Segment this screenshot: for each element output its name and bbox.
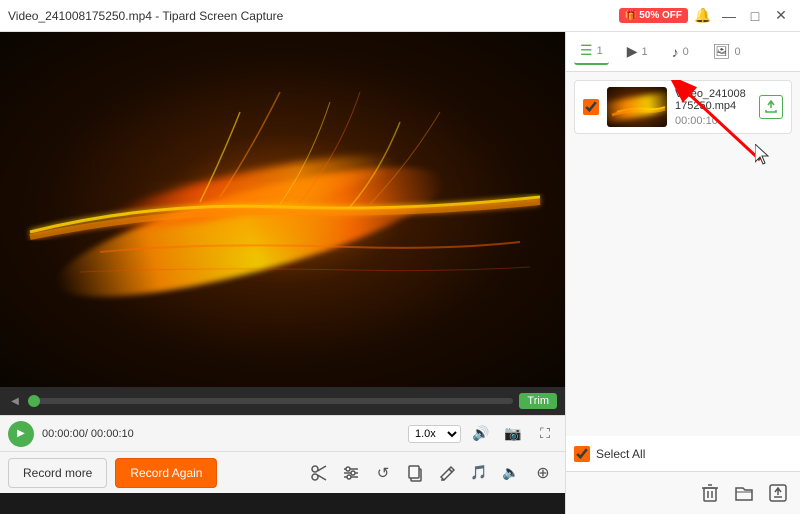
time-display: 00:00:00/ 00:00:10 <box>42 428 134 440</box>
file-duration: 00:00:10 <box>675 115 751 127</box>
edit-icon <box>438 464 456 482</box>
fullscreen-button[interactable]: ⛶ <box>533 422 557 446</box>
volume-edit-button[interactable]: 🔈 <box>497 459 525 487</box>
main-layout: ◀ Trim ▶ 00:00:00/ 00:00:10 1.0x 0.5x 0.… <box>0 32 800 514</box>
image-tab-icon: 🖼 <box>713 43 731 60</box>
titlebar-left: Video_241008175250.mp4 - Tipard Screen C… <box>8 9 283 23</box>
video-streaks-svg <box>0 32 565 387</box>
titlebar: Video_241008175250.mp4 - Tipard Screen C… <box>0 0 800 32</box>
play-button[interactable]: ▶ <box>8 421 34 447</box>
file-item: Video_241008175250.mp4 00:00:10 <box>574 80 792 134</box>
delete-button[interactable] <box>696 479 724 507</box>
folder-button[interactable] <box>730 479 758 507</box>
adjust-icon <box>342 464 360 482</box>
action-icons-bar <box>566 472 800 514</box>
trim-button[interactable]: Trim <box>519 393 557 409</box>
copy-icon <box>406 464 424 482</box>
select-all-checkbox[interactable] <box>574 446 590 462</box>
volume-icon: 🔊 <box>472 425 489 442</box>
notification-button[interactable]: 🔔 <box>692 5 714 27</box>
scrubber-track[interactable] <box>28 398 513 404</box>
promo-icon: 🎁 <box>625 10 637 21</box>
file-checkbox[interactable] <box>583 99 599 115</box>
app-title: Video_241008175250.mp4 - Tipard Screen C… <box>8 9 283 23</box>
cut-button[interactable] <box>305 459 333 487</box>
speed-select[interactable]: 1.0x 0.5x 0.75x 1.25x 1.5x 2.0x <box>408 425 461 443</box>
audio-edit-icon: 🎵 <box>470 464 487 481</box>
tab-audio[interactable]: ♪ 0 <box>666 40 695 64</box>
tab-play[interactable]: ▶ 1 <box>621 39 654 64</box>
record-again-button[interactable]: Record Again <box>115 458 217 488</box>
left-panel: ◀ Trim ▶ 00:00:00/ 00:00:10 1.0x 0.5x 0.… <box>0 32 565 514</box>
more-button[interactable]: ⊕ <box>529 459 557 487</box>
scrubber-area: ◀ Trim <box>0 387 565 415</box>
camera-button[interactable]: 📷 <box>501 422 525 446</box>
camera-icon: 📷 <box>504 425 521 442</box>
controls-area: ▶ 00:00:00/ 00:00:10 1.0x 0.5x 0.75x 1.2… <box>0 415 565 451</box>
export-icon <box>764 100 778 114</box>
audio-edit-button[interactable]: 🎵 <box>465 459 493 487</box>
edit-button[interactable] <box>433 459 461 487</box>
tab-bar: ☰ 1 ▶ 1 ♪ 0 🖼 0 <box>566 32 800 72</box>
copy-button[interactable] <box>401 459 429 487</box>
scrubber-thumb[interactable] <box>28 395 40 407</box>
adjust-button[interactable] <box>337 459 365 487</box>
export-all-button[interactable] <box>764 479 792 507</box>
file-info: Video_241008175250.mp4 00:00:10 <box>675 88 751 127</box>
video-preview <box>0 32 565 387</box>
bottom-buttons: Record more Record Again <box>0 451 565 493</box>
tab-video[interactable]: ☰ 1 <box>574 38 609 65</box>
maximize-button[interactable]: □ <box>744 5 766 27</box>
file-name: Video_241008175250.mp4 <box>675 88 751 112</box>
volume-button[interactable]: 🔊 <box>469 422 493 446</box>
list-icon: ☰ <box>580 42 593 59</box>
file-thumbnail <box>607 87 667 127</box>
bottom-toolbar: ↺ 🎵 <box>225 459 557 487</box>
more-icon: ⊕ <box>536 463 549 483</box>
folder-icon <box>735 485 753 501</box>
select-all-label: Select All <box>596 447 645 461</box>
close-button[interactable]: ✕ <box>770 5 792 27</box>
tab-image[interactable]: 🖼 0 <box>707 39 747 64</box>
volume-edit-icon: 🔈 <box>502 464 519 481</box>
export-all-icon <box>769 484 787 502</box>
play-tab-icon: ▶ <box>627 43 638 60</box>
rotate-button[interactable]: ↺ <box>369 459 397 487</box>
titlebar-right: 🎁 50% OFF 🔔 — □ ✕ <box>619 5 792 27</box>
file-list: Video_241008175250.mp4 00:00:10 <box>566 72 800 436</box>
play-icon: ▶ <box>17 428 25 439</box>
select-all-bar: Select All <box>566 436 800 472</box>
promo-text: 50% OFF <box>639 10 682 21</box>
delete-icon <box>702 484 718 502</box>
export-button[interactable] <box>759 95 783 119</box>
record-more-button[interactable]: Record more <box>8 458 107 488</box>
promo-badge[interactable]: 🎁 50% OFF <box>619 8 688 23</box>
right-panel: ☰ 1 ▶ 1 ♪ 0 🖼 0 <box>565 32 800 514</box>
fullscreen-icon: ⛶ <box>540 425 550 442</box>
scrubber-start-icon: ◀ <box>8 394 22 408</box>
cut-icon <box>310 464 328 482</box>
rotate-icon: ↺ <box>377 464 390 482</box>
minimize-button[interactable]: — <box>718 5 740 27</box>
audio-tab-icon: ♪ <box>672 44 679 60</box>
